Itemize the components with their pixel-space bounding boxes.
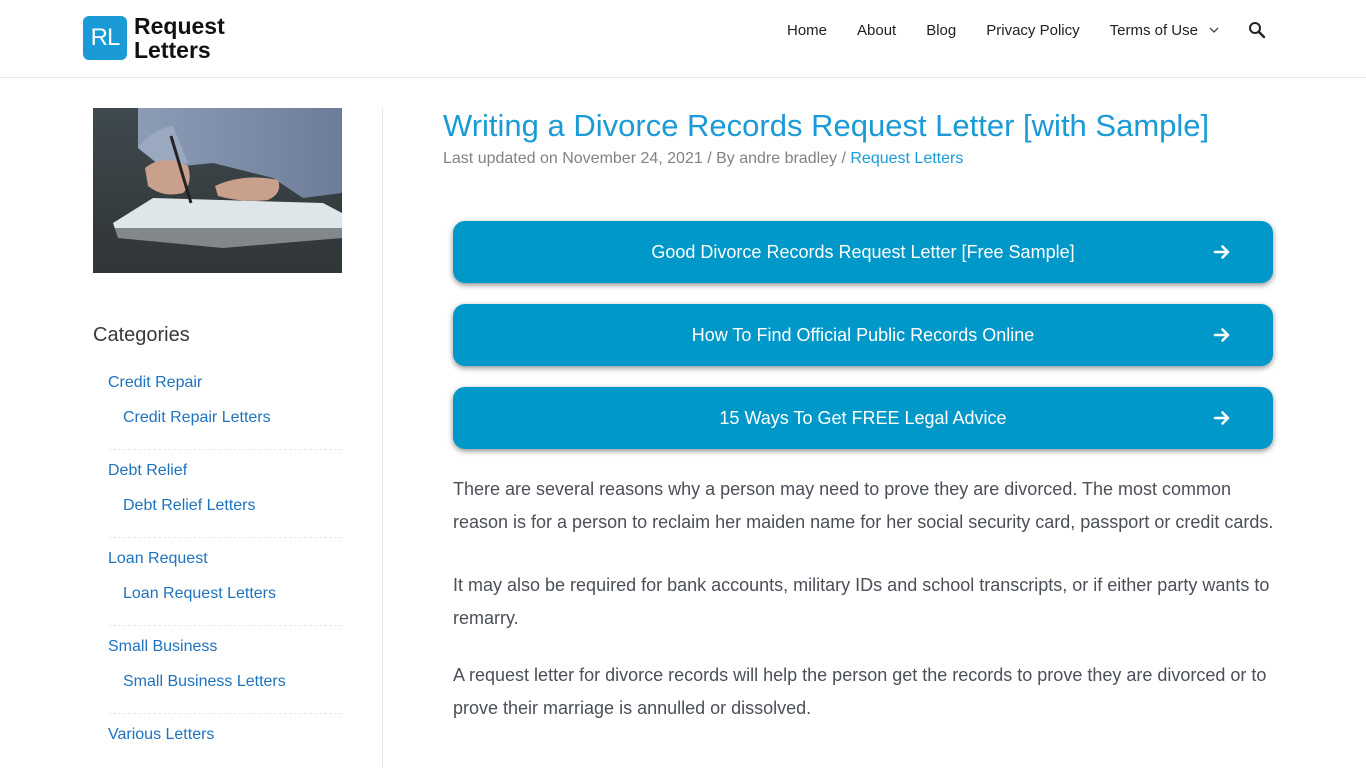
cta-label: Good Divorce Records Request Letter [Fre…	[651, 241, 1075, 262]
cta-label: How To Find Official Public Records Onli…	[691, 324, 1035, 345]
category-item: Small Business Small Business Letters	[93, 638, 342, 714]
category-credit-repair-letters[interactable]: Credit Repair Letters	[123, 409, 342, 427]
nav-privacy-policy[interactable]: Privacy Policy	[986, 22, 1079, 39]
categories-title: Categories	[93, 324, 190, 346]
category-debt-relief[interactable]: Debt Relief	[108, 462, 342, 497]
subcategory-item: Debt Relief Letters	[108, 497, 342, 538]
category-small-business[interactable]: Small Business	[108, 638, 342, 673]
site-logo[interactable]: RL Request Letters	[83, 14, 225, 62]
category-loan-request[interactable]: Loan Request	[108, 550, 342, 585]
site-header: RL Request Letters Home About Blog Priva…	[0, 0, 1366, 78]
subcategory-item: Credit Repair Letters	[108, 409, 342, 450]
article-paragraph: There are several reasons why a person m…	[453, 479, 1274, 532]
category-item: Credit Repair Credit Repair Letters	[93, 374, 342, 450]
cta-button-public-records[interactable]: How To Find Official Public Records Onli…	[453, 304, 1273, 366]
nav-about[interactable]: About	[857, 22, 896, 39]
arrow-right-icon	[1213, 328, 1230, 342]
article-paragraph: It may also be required for bank account…	[453, 575, 1270, 628]
subcategory-item: Loan Request Letters	[108, 585, 342, 626]
chevron-down-icon[interactable]	[1208, 24, 1220, 36]
cta-label: 15 Ways To Get FREE Legal Advice	[719, 407, 1007, 428]
category-loan-request-letters[interactable]: Loan Request Letters	[123, 585, 342, 603]
nav-terms-of-use[interactable]: Terms of Use	[1110, 22, 1198, 39]
sidebar-featured-image	[93, 108, 342, 273]
category-item: Loan Request Loan Request Letters	[93, 550, 342, 626]
category-debt-relief-letters[interactable]: Debt Relief Letters	[123, 497, 342, 515]
category-item: Various Letters	[93, 726, 342, 761]
sidebar-divider	[382, 108, 383, 768]
logo-mark: RL	[83, 16, 127, 60]
subcategory-item: Small Business Letters	[108, 673, 342, 714]
nav-terms-dropdown[interactable]: Terms of Use	[1110, 22, 1248, 39]
article: Writing a Divorce Records Request Letter…	[443, 108, 1283, 718]
category-various-letters[interactable]: Various Letters	[108, 726, 342, 761]
cta-button-divorce-records-sample[interactable]: Good Divorce Records Request Letter [Fre…	[453, 221, 1273, 283]
article-content: There are several reasons why a person m…	[453, 473, 1283, 755]
search-icon[interactable]	[1248, 21, 1266, 39]
cta-list: Good Divorce Records Request Letter [Fre…	[453, 221, 1273, 470]
arrow-right-icon	[1213, 245, 1230, 259]
article-category-link[interactable]: Request Letters	[850, 150, 963, 167]
primary-nav: Home About Blog Privacy Policy Terms of …	[787, 19, 1266, 41]
logo-text: Request Letters	[134, 14, 225, 62]
logo-line-1: Request	[134, 13, 225, 39]
nav-home[interactable]: Home	[787, 22, 827, 39]
category-small-business-letters[interactable]: Small Business Letters	[123, 673, 342, 691]
nav-blog[interactable]: Blog	[926, 22, 956, 39]
category-credit-repair[interactable]: Credit Repair	[108, 374, 342, 409]
article-meta-text: Last updated on November 24, 2021 / By a…	[443, 150, 851, 167]
article-meta: Last updated on November 24, 2021 / By a…	[443, 150, 1283, 168]
logo-line-2: Letters	[134, 37, 211, 63]
article-title: Writing a Divorce Records Request Letter…	[443, 108, 1210, 143]
sidebar: Categories Credit Repair Credit Repair L…	[93, 108, 342, 761]
cta-button-free-legal-advice[interactable]: 15 Ways To Get FREE Legal Advice	[453, 387, 1273, 449]
categories-list: Credit Repair Credit Repair Letters Debt…	[93, 374, 342, 761]
writing-hand-image	[93, 108, 342, 273]
arrow-right-icon	[1213, 411, 1230, 425]
article-paragraph: A request letter for divorce records wil…	[453, 665, 1267, 718]
category-item: Debt Relief Debt Relief Letters	[93, 462, 342, 538]
